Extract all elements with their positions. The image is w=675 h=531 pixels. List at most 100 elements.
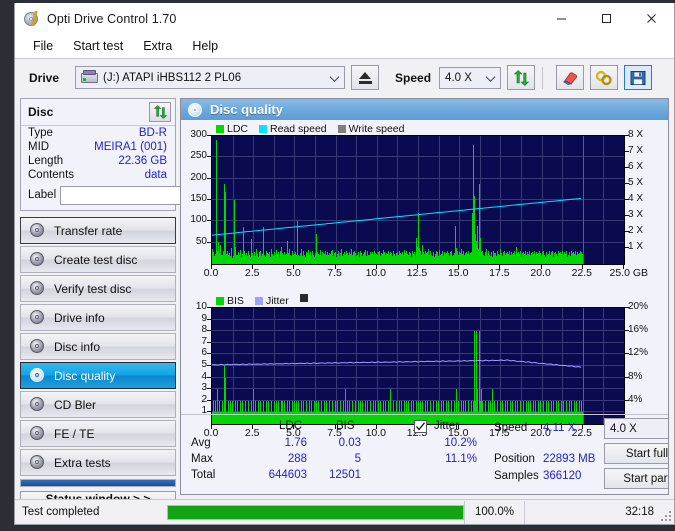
stats-col-jitter: Jitter bbox=[434, 420, 459, 432]
chart-ldc-legend: LDC Read speed Write speed bbox=[216, 122, 405, 135]
stats-position-label: Position bbox=[494, 453, 535, 465]
y-tick-label: 50 bbox=[195, 235, 207, 247]
menu-help[interactable]: Help bbox=[183, 36, 227, 56]
disc-label-key: Label bbox=[28, 189, 57, 201]
erase-button[interactable] bbox=[556, 65, 585, 90]
toolbar-divider bbox=[542, 66, 544, 89]
jitter-checkbox[interactable] bbox=[414, 420, 427, 433]
sidebar-item-drive-info[interactable]: Drive info bbox=[20, 304, 176, 331]
drive-select[interactable]: (J:) ATAPI iHBS112 2 PL06 bbox=[75, 66, 346, 89]
y-tick-label: 9 bbox=[201, 312, 207, 324]
disc-row-value: 22.36 GB bbox=[118, 155, 167, 167]
save-button[interactable] bbox=[624, 65, 653, 90]
disc-icon bbox=[30, 223, 45, 238]
y-tick-label: 4 bbox=[201, 370, 207, 382]
stats-total-bis: 12501 bbox=[329, 469, 361, 481]
stats-max-ldc: 288 bbox=[287, 453, 307, 465]
link-icon bbox=[595, 70, 612, 85]
sidebar-item-disc-quality[interactable]: Disc quality bbox=[20, 362, 176, 389]
y-tick-label: 100 bbox=[190, 214, 207, 226]
window-controls bbox=[539, 3, 674, 33]
menu-extra[interactable]: Extra bbox=[134, 36, 181, 56]
legend-label-read-speed: Read speed bbox=[270, 122, 327, 135]
speed-select[interactable]: 4.0 X bbox=[439, 66, 502, 89]
legend-swatch-read-speed bbox=[259, 124, 268, 133]
y2-tick-label: 1 X bbox=[628, 241, 644, 252]
legend-swatch-bis bbox=[216, 296, 224, 305]
sidebar-item-cd-bler[interactable]: CD Bler bbox=[20, 391, 176, 418]
disc-row-value: BD-R bbox=[138, 127, 167, 139]
stats-row-label-total: Total bbox=[191, 469, 216, 481]
nav-list: Transfer rate Create test disc Verify te… bbox=[20, 217, 176, 476]
status-bar: Test completed 100.0% 32:18 bbox=[15, 499, 674, 524]
disc-row-key: Length bbox=[28, 155, 64, 167]
y-tick-label: 200 bbox=[190, 171, 207, 183]
stats-panel: LDC BIS Jitter Avg 1.76 0.03 10.2% Max 2… bbox=[181, 414, 668, 494]
menu-start-test[interactable]: Start test bbox=[64, 36, 132, 56]
sidebar-item-fe-te[interactable]: FE / TE bbox=[20, 420, 176, 447]
progress-bar-fill bbox=[168, 505, 463, 519]
disc-label-row: Label bbox=[21, 182, 237, 210]
minimize-icon[interactable] bbox=[539, 3, 584, 33]
content-panel: Disc quality LDC Read speed Write speed bbox=[180, 98, 669, 495]
y-tick-label: 10 bbox=[195, 301, 207, 312]
chart-ldc-plot bbox=[211, 135, 625, 265]
y-tick-label: 5 bbox=[201, 359, 207, 370]
disc-row-mid: MID MEIRA1 (001) bbox=[21, 140, 175, 154]
page-title: Disc quality bbox=[210, 102, 283, 117]
stats-speed-label: Speed bbox=[494, 422, 528, 434]
y2-tick-label: 6 X bbox=[628, 161, 644, 172]
stats-max-bis: 5 bbox=[354, 453, 361, 465]
sidebar: Disc Type BD-R MID MEIRA1 (001) Length 2… bbox=[15, 96, 237, 507]
start-part-button[interactable]: Start part bbox=[604, 468, 668, 489]
sidebar-item-transfer-rate[interactable]: Transfer rate bbox=[20, 217, 176, 244]
disc-panel-title: Disc bbox=[28, 105, 54, 119]
sidebar-item-create-test-disc[interactable]: Create test disc bbox=[20, 246, 176, 273]
disc-icon bbox=[30, 252, 45, 267]
y-tick-label: 150 bbox=[190, 193, 207, 204]
resize-grip[interactable] bbox=[660, 510, 671, 521]
status-text: Test completed bbox=[22, 506, 100, 518]
start-full-button[interactable]: Start full bbox=[604, 443, 668, 464]
eraser-icon bbox=[563, 71, 578, 85]
chevron-down-icon bbox=[485, 71, 496, 82]
link-button[interactable] bbox=[590, 65, 619, 90]
content-header: Disc quality bbox=[181, 99, 668, 120]
app-window: Opti Drive Control 1.70 File Start test … bbox=[14, 3, 675, 525]
save-icon bbox=[630, 70, 646, 85]
speed-label: Speed bbox=[395, 70, 432, 85]
y2-tick-label: 20% bbox=[628, 301, 649, 312]
disc-row-key: MID bbox=[28, 141, 50, 153]
stats-speed-select[interactable]: 4.0 X bbox=[604, 418, 668, 439]
stats-speed-select-value: 4.0 X bbox=[610, 422, 637, 435]
disc-refresh-button[interactable] bbox=[149, 102, 171, 122]
stats-col-ldc: LDC bbox=[279, 420, 303, 432]
sidebar-item-verify-test-disc[interactable]: Verify test disc bbox=[20, 275, 176, 302]
close-icon[interactable] bbox=[629, 3, 674, 33]
y-tick-label: 2 bbox=[201, 393, 207, 405]
legend-label-write-speed: Write speed bbox=[348, 122, 405, 135]
sidebar-item-label: Disc quality bbox=[54, 368, 116, 383]
refresh-button[interactable] bbox=[507, 65, 536, 90]
title-bar: Opti Drive Control 1.70 bbox=[15, 3, 674, 34]
eject-button[interactable] bbox=[351, 65, 380, 90]
disc-row-length: Length 22.36 GB bbox=[21, 154, 175, 168]
disc-row-value: MEIRA1 (001) bbox=[94, 141, 167, 153]
stats-speed-value: 4.11 X bbox=[543, 422, 576, 434]
disc-icon bbox=[30, 455, 45, 470]
sidebar-item-extra-tests[interactable]: Extra tests bbox=[20, 449, 176, 476]
sidebar-item-label: CD Bler bbox=[54, 397, 97, 412]
sidebar-item-disc-info[interactable]: Disc info bbox=[20, 333, 176, 360]
stats-avg-ldc: 1.76 bbox=[284, 437, 307, 449]
y2-tick-label: 8% bbox=[628, 370, 643, 382]
y2-tick-label: 3 X bbox=[628, 209, 644, 220]
disc-icon bbox=[30, 368, 45, 383]
legend-swatch-extra bbox=[299, 293, 308, 302]
maximize-icon[interactable] bbox=[584, 3, 629, 33]
sidebar-item-label: Drive info bbox=[54, 310, 105, 325]
disc-icon bbox=[30, 397, 45, 412]
menu-file[interactable]: File bbox=[24, 36, 62, 56]
x-tick-label: 25.0 GB bbox=[609, 267, 649, 279]
disc-icon bbox=[30, 426, 45, 441]
legend-label-ldc: LDC bbox=[227, 122, 249, 135]
